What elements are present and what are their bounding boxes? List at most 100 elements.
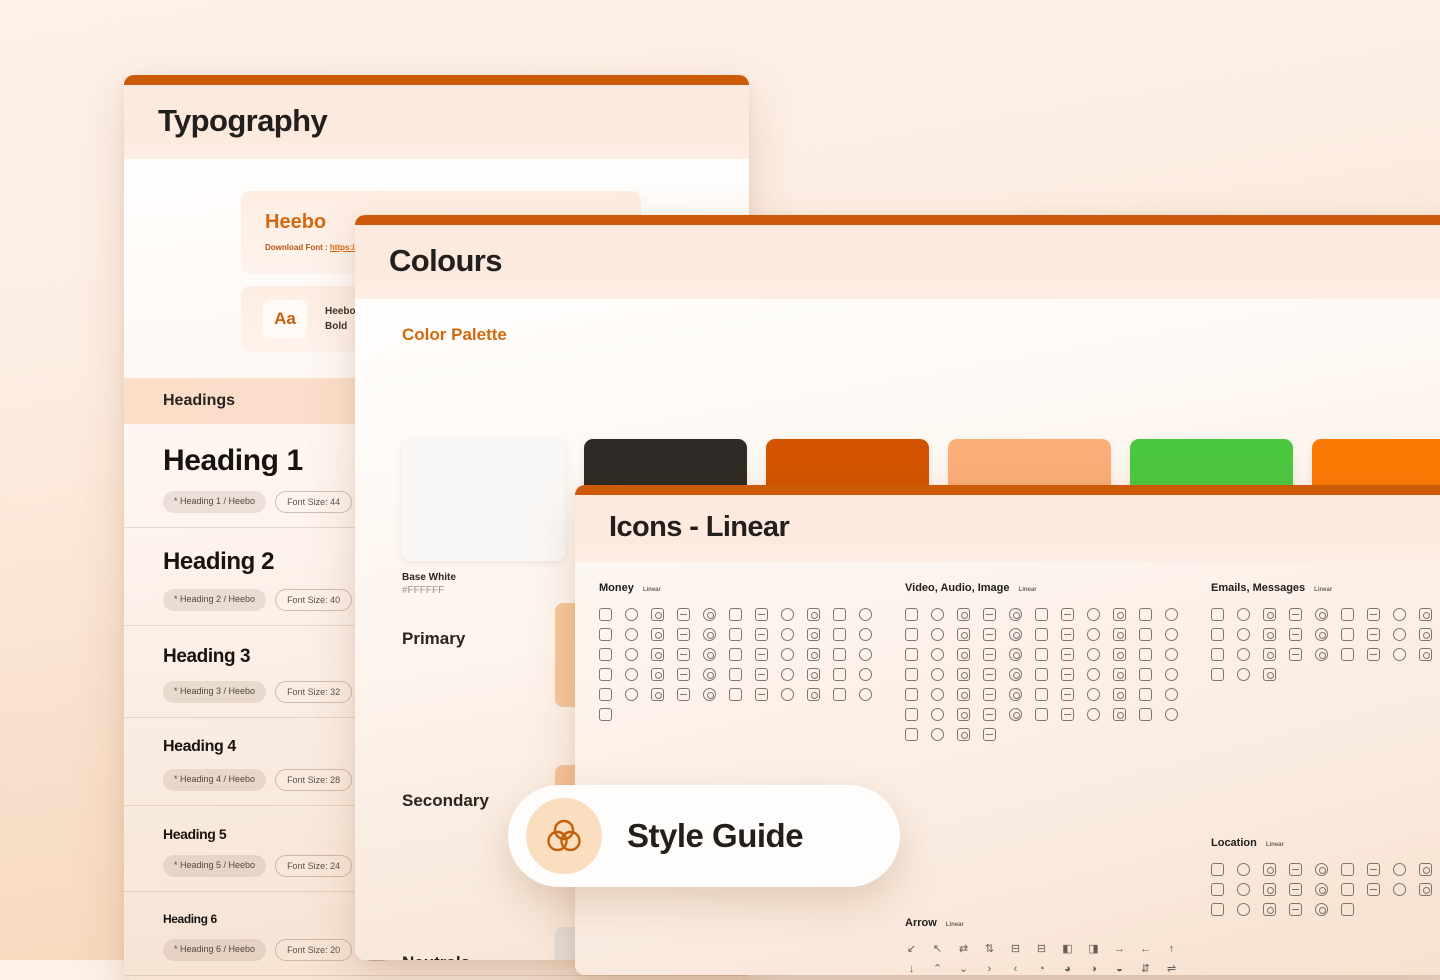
heading-size-chip[interactable]: Font Size: 24 bbox=[275, 855, 353, 877]
linear-icon[interactable] bbox=[1367, 883, 1380, 896]
linear-icon[interactable] bbox=[931, 668, 944, 681]
linear-icon[interactable] bbox=[781, 608, 794, 621]
linear-icon[interactable] bbox=[1419, 628, 1432, 641]
arrow-icon[interactable]: ⇄ bbox=[957, 943, 970, 956]
linear-icon[interactable] bbox=[1165, 668, 1178, 681]
arrow-icon[interactable]: ◨ bbox=[1087, 943, 1100, 956]
linear-icon[interactable] bbox=[1113, 628, 1126, 641]
linear-icon[interactable] bbox=[1393, 863, 1406, 876]
linear-icon[interactable] bbox=[599, 668, 612, 681]
linear-icon[interactable] bbox=[931, 708, 944, 721]
linear-icon[interactable] bbox=[599, 688, 612, 701]
linear-icon[interactable] bbox=[1009, 708, 1022, 721]
linear-icon[interactable] bbox=[1113, 688, 1126, 701]
linear-icon[interactable] bbox=[859, 688, 872, 701]
linear-icon[interactable] bbox=[1341, 863, 1354, 876]
linear-icon[interactable] bbox=[1009, 688, 1022, 701]
linear-icon[interactable] bbox=[1165, 628, 1178, 641]
arrow-icon[interactable]: ◕ bbox=[1061, 963, 1074, 975]
linear-icon[interactable] bbox=[983, 608, 996, 621]
linear-icon[interactable] bbox=[1315, 903, 1328, 916]
linear-icon[interactable] bbox=[729, 688, 742, 701]
linear-icon[interactable] bbox=[1113, 708, 1126, 721]
linear-icon[interactable] bbox=[1289, 863, 1302, 876]
heading-style-chip[interactable]: * Heading 2 / Heebo bbox=[163, 589, 267, 611]
linear-icon[interactable] bbox=[833, 648, 846, 661]
linear-icon[interactable] bbox=[1419, 883, 1432, 896]
linear-icon[interactable] bbox=[1263, 628, 1276, 641]
linear-icon[interactable] bbox=[807, 628, 820, 641]
linear-icon[interactable] bbox=[807, 688, 820, 701]
linear-icon[interactable] bbox=[1035, 608, 1048, 621]
linear-icon[interactable] bbox=[1035, 648, 1048, 661]
linear-icon[interactable] bbox=[625, 688, 638, 701]
linear-icon[interactable] bbox=[905, 728, 918, 741]
linear-icon[interactable] bbox=[1087, 648, 1100, 661]
linear-icon[interactable] bbox=[1211, 648, 1224, 661]
linear-icon[interactable] bbox=[1341, 608, 1354, 621]
linear-icon[interactable] bbox=[729, 648, 742, 661]
linear-icon[interactable] bbox=[1087, 608, 1100, 621]
linear-icon[interactable] bbox=[677, 688, 690, 701]
linear-icon[interactable] bbox=[1289, 648, 1302, 661]
linear-icon[interactable] bbox=[1367, 628, 1380, 641]
linear-icon[interactable] bbox=[677, 648, 690, 661]
heading-size-chip[interactable]: Font Size: 28 bbox=[275, 769, 353, 791]
arrow-icon[interactable]: ⇌ bbox=[1165, 963, 1178, 975]
color-swatch-cell[interactable]: Base White #FFFFFF bbox=[402, 439, 565, 596]
linear-icon[interactable] bbox=[1009, 648, 1022, 661]
linear-icon[interactable] bbox=[957, 608, 970, 621]
linear-icon[interactable] bbox=[703, 688, 716, 701]
linear-icon[interactable] bbox=[983, 688, 996, 701]
linear-icon[interactable] bbox=[755, 688, 768, 701]
linear-icon[interactable] bbox=[1113, 608, 1126, 621]
linear-icon[interactable] bbox=[1211, 903, 1224, 916]
linear-icon[interactable] bbox=[807, 608, 820, 621]
linear-icon[interactable] bbox=[1237, 883, 1250, 896]
arrow-icon[interactable]: › bbox=[983, 963, 996, 975]
linear-icon[interactable] bbox=[1165, 648, 1178, 661]
linear-icon[interactable] bbox=[1367, 608, 1380, 621]
arrow-icon[interactable]: ← bbox=[1139, 943, 1152, 956]
linear-icon[interactable] bbox=[729, 628, 742, 641]
linear-icon[interactable] bbox=[859, 608, 872, 621]
linear-icon[interactable] bbox=[1237, 608, 1250, 621]
linear-icon[interactable] bbox=[1237, 668, 1250, 681]
linear-icon[interactable] bbox=[931, 688, 944, 701]
linear-icon[interactable] bbox=[957, 688, 970, 701]
linear-icon[interactable] bbox=[1009, 668, 1022, 681]
linear-icon[interactable] bbox=[1393, 648, 1406, 661]
linear-icon[interactable] bbox=[1263, 648, 1276, 661]
linear-icon[interactable] bbox=[1061, 708, 1074, 721]
linear-icon[interactable] bbox=[1139, 628, 1152, 641]
linear-icon[interactable] bbox=[1061, 648, 1074, 661]
linear-icon[interactable] bbox=[833, 608, 846, 621]
linear-icon[interactable] bbox=[1087, 688, 1100, 701]
linear-icon[interactable] bbox=[625, 608, 638, 621]
linear-icon[interactable] bbox=[1139, 708, 1152, 721]
linear-icon[interactable] bbox=[1419, 648, 1432, 661]
linear-icon[interactable] bbox=[1035, 688, 1048, 701]
linear-icon[interactable] bbox=[1009, 608, 1022, 621]
linear-icon[interactable] bbox=[1263, 903, 1276, 916]
linear-icon[interactable] bbox=[983, 728, 996, 741]
linear-icon[interactable] bbox=[957, 628, 970, 641]
linear-icon[interactable] bbox=[983, 668, 996, 681]
linear-icon[interactable] bbox=[931, 728, 944, 741]
linear-icon[interactable] bbox=[1341, 903, 1354, 916]
linear-icon[interactable] bbox=[1237, 648, 1250, 661]
arrow-icon[interactable]: ⌃ bbox=[931, 963, 944, 975]
linear-icon[interactable] bbox=[1341, 648, 1354, 661]
linear-icon[interactable] bbox=[651, 608, 664, 621]
linear-icon[interactable] bbox=[931, 648, 944, 661]
linear-icon[interactable] bbox=[1035, 628, 1048, 641]
linear-icon[interactable] bbox=[957, 668, 970, 681]
linear-icon[interactable] bbox=[833, 688, 846, 701]
linear-icon[interactable] bbox=[1393, 883, 1406, 896]
linear-icon[interactable] bbox=[1289, 628, 1302, 641]
linear-icon[interactable] bbox=[1113, 668, 1126, 681]
linear-icon[interactable] bbox=[1165, 608, 1178, 621]
linear-icon[interactable] bbox=[859, 628, 872, 641]
arrow-icon[interactable]: ⇵ bbox=[1139, 963, 1152, 975]
arrow-icon[interactable]: ◒ bbox=[1113, 963, 1126, 975]
